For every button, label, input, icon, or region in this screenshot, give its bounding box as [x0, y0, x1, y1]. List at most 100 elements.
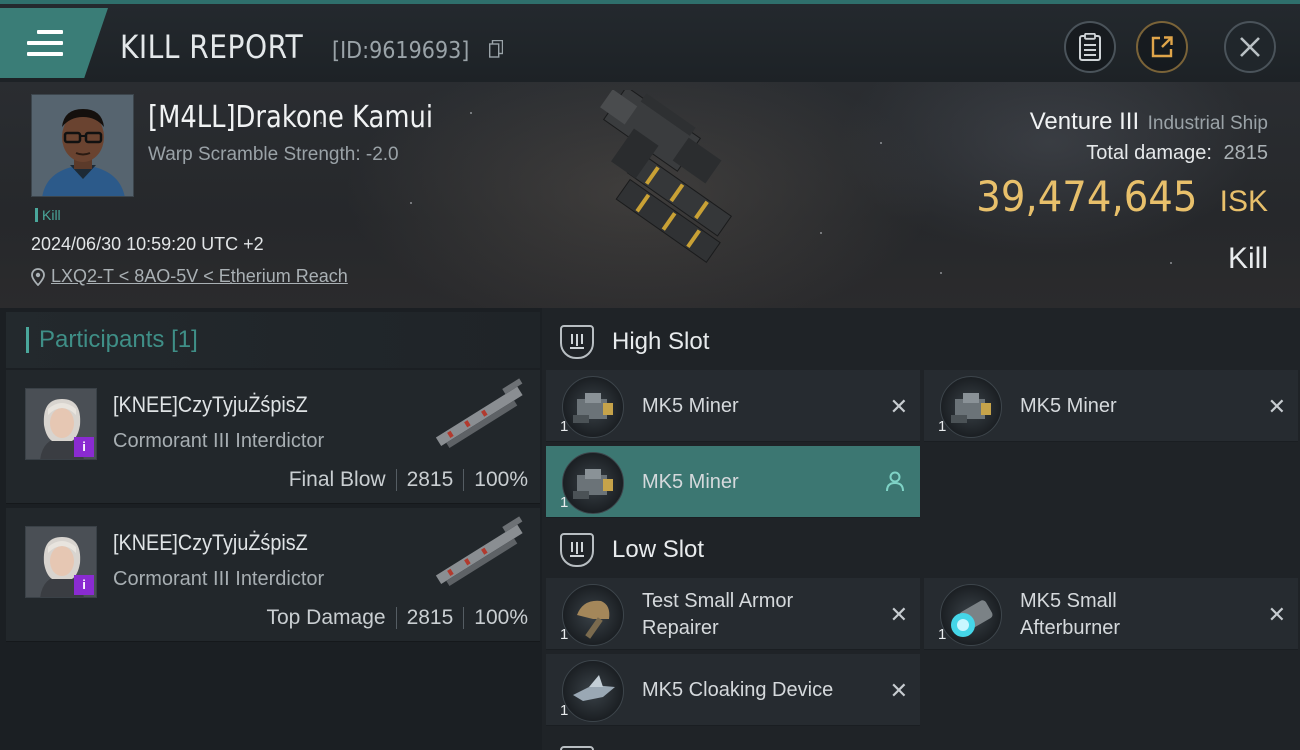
participant-avatar[interactable]: i [25, 388, 97, 460]
isk-value: 39,474,645 [976, 172, 1198, 221]
location-pin-icon [31, 267, 45, 286]
module-quantity: 1 [560, 494, 569, 511]
participants-title-text: Participants [39, 326, 165, 353]
module-item[interactable]: 1 MK5 Cloaking Device ✕ [546, 654, 920, 726]
module-name-line: MK5 Small [1020, 590, 1117, 612]
victim-ship-name[interactable]: Venture III [1030, 108, 1139, 135]
module-name-line: Repairer [642, 617, 719, 639]
module-quantity: 1 [938, 418, 947, 435]
page-title: KILL REPORT [120, 28, 304, 66]
module-quantity: 1 [560, 702, 569, 719]
participant-ship: Cormorant III Interdictor [113, 430, 325, 452]
participant-card[interactable]: i [KNEE]CzyTyjuŻśpisZ Cormorant III Inte… [6, 508, 540, 642]
victim-summary: [M4LL]Drakone Kamui Warp Scramble Streng… [0, 82, 1300, 308]
armor-repairer-icon [562, 584, 624, 646]
participant-avatar[interactable]: i [25, 526, 97, 598]
destroyed-icon: ✕ [889, 602, 908, 627]
warp-scramble-strength: Warp Scramble Strength: -2.0 [148, 144, 399, 165]
report-id: [ID:9619693] [332, 38, 470, 64]
role-badge: i [74, 575, 94, 595]
location-text[interactable]: LXQ2-T < 8AO-5V < Etherium Reach [51, 266, 348, 287]
destroyed-icon: ✕ [889, 394, 908, 419]
participants-panel: Participants [1] i [KNEE]CzyTyjuŻśpisZ C… [0, 308, 542, 750]
kill-location-link[interactable]: LXQ2-T < 8AO-5V < Etherium Reach [31, 266, 348, 287]
copy-icon[interactable] [489, 40, 503, 58]
module-item[interactable]: 1 MK5 Miner ✕ [924, 370, 1298, 442]
cormorant-ship-image [435, 516, 523, 586]
destroyed-icon: ✕ [1267, 394, 1286, 419]
module-name-line: Afterburner [1020, 617, 1121, 639]
venture-ship-image [600, 90, 732, 263]
module-name: MK5 Cloaking Device [642, 679, 834, 701]
next-slot-icon [560, 746, 594, 750]
module-item[interactable]: 1 MK5 Miner ✕ [546, 370, 920, 442]
total-damage-value: 2815 [1223, 142, 1269, 164]
low-slot-header: Low Slot [542, 520, 1300, 580]
participant-percent: 100% [474, 468, 528, 491]
clipboard-button[interactable] [1064, 21, 1116, 73]
module-item[interactable]: 1 MK5 Miner [546, 446, 920, 518]
report-result: Kill [1227, 242, 1268, 275]
victim-ship-line: Venture III Industrial Ship [1030, 108, 1268, 136]
participant-name[interactable]: [KNEE]CzyTyjuŻśpisZ [113, 530, 308, 556]
isk-loss: 39,474,645 ISK [957, 172, 1268, 221]
module-name: MK5 Miner [642, 471, 739, 493]
close-icon [1240, 37, 1260, 57]
module-quantity: 1 [560, 418, 569, 435]
participant-role: Final Blow [288, 468, 386, 491]
module-item[interactable]: 1 MK5 Small Afterburner ✕ [924, 578, 1298, 650]
participant-role: Top Damage [266, 606, 386, 629]
participant-stats: Top Damage 2815 100% [266, 606, 528, 630]
participant-percent: 100% [474, 606, 528, 629]
participant-card[interactable]: i [KNEE]CzyTyjuŻśpisZ Cormorant III Inte… [6, 370, 540, 504]
victim-avatar[interactable] [31, 94, 134, 197]
module-item[interactable]: 1 Test Small Armor Repairer ✕ [546, 578, 920, 650]
module-quantity: 1 [938, 626, 947, 643]
fitting-panel: High Slot 1 MK5 Miner ✕ 1 MK5 Miner ✕ 1 … [542, 308, 1300, 750]
high-slot-title: High Slot [612, 328, 710, 355]
menu-icon [27, 30, 63, 56]
module-quantity: 1 [560, 626, 569, 643]
divider [395, 607, 397, 629]
share-button[interactable] [1136, 21, 1188, 73]
low-slot-icon [560, 533, 594, 567]
share-icon [1151, 36, 1173, 58]
miner-icon [940, 376, 1002, 438]
kill-tag: Kill [35, 208, 61, 222]
top-bar: KILL REPORT [ID:9619693] [0, 0, 1300, 82]
destroyed-icon: ✕ [1267, 602, 1286, 627]
victim-ship-class: Industrial Ship [1147, 113, 1268, 134]
participant-name[interactable]: [KNEE]CzyTyjuŻśpisZ [113, 392, 308, 418]
miner-icon [562, 376, 624, 438]
cloaking-device-icon [562, 660, 624, 722]
menu-button[interactable] [0, 8, 108, 78]
cormorant-ship-image [435, 378, 523, 448]
participants-count: [1] [171, 326, 198, 353]
divider [463, 607, 465, 629]
total-damage: Total damage: 2815 [1086, 142, 1268, 165]
high-slot-header: High Slot [542, 312, 1300, 372]
destroyed-icon: ✕ [889, 678, 908, 703]
afterburner-icon [940, 584, 1002, 646]
participants-title: Participants [1] [39, 326, 198, 354]
dropped-person-icon [886, 471, 904, 492]
role-badge: i [74, 437, 94, 457]
victim-pilot-name[interactable]: [M4LL]Drakone Kamui [148, 100, 433, 135]
next-slot-header [542, 728, 1300, 750]
module-name: MK5 Small Afterburner [1020, 588, 1120, 642]
module-name: Test Small Armor Repairer [642, 588, 793, 642]
module-name: MK5 Miner [642, 395, 739, 417]
header-accent-bar [26, 327, 29, 353]
pilot-portrait-icon [32, 95, 133, 196]
divider [463, 469, 465, 491]
isk-unit: ISK [1219, 185, 1268, 218]
close-button[interactable] [1224, 21, 1276, 73]
module-name-line: Test Small Armor [642, 590, 794, 612]
total-damage-label: Total damage: [1086, 142, 1212, 164]
participant-damage: 2815 [406, 468, 454, 491]
kill-datetime: 2024/06/30 10:59:20 UTC +2 [31, 234, 264, 254]
participant-stats: Final Blow 2815 100% [289, 468, 528, 492]
miner-icon [562, 452, 624, 514]
divider [395, 469, 397, 491]
high-slot-icon [560, 325, 594, 359]
